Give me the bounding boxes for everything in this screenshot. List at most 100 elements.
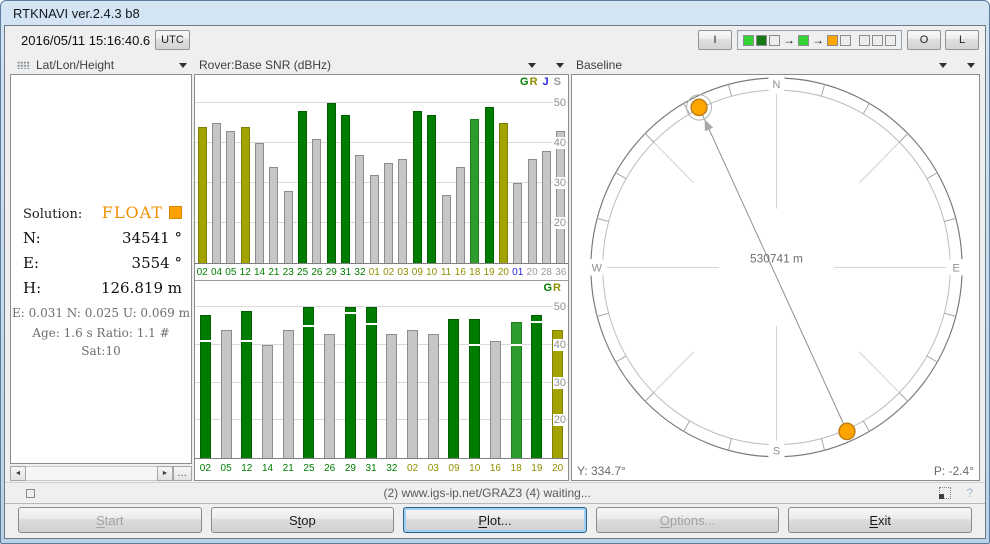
height-value: 126.819 m: [101, 279, 182, 297]
time-display[interactable]: 2016/05/11 15:16:40.6: [21, 33, 150, 48]
log-stream-button[interactable]: L: [945, 30, 979, 50]
yaw-value: Y: 334.7°: [577, 464, 626, 478]
button-row: Start Stop Plot... Options... Exit: [5, 504, 985, 538]
snr-bar-R09: [413, 111, 422, 263]
tray-icon[interactable]: [26, 489, 35, 498]
satellite-labels: 020512142125262931320203091016181920: [195, 460, 568, 476]
stop-button[interactable]: Stop: [211, 507, 395, 533]
baseline-vector-line: [699, 107, 847, 431]
satellite-label-R09: 09: [444, 463, 465, 474]
exit-button[interactable]: Exit: [788, 507, 972, 533]
scrollbar-track[interactable]: [26, 466, 157, 481]
satellite-label-G21: 21: [267, 267, 281, 278]
rover-snr-chart: 2030405002040512142123252629313201020309…: [195, 75, 568, 281]
snr-bar-G23: [284, 191, 293, 263]
age-ratio-text: Age: 1.6 s Ratio: 1.1 # Sat:10: [11, 324, 191, 360]
snr-bar-R11: [442, 195, 451, 263]
satellite-label-R10: 10: [464, 463, 485, 474]
y-axis-tick: 40: [553, 137, 567, 149]
input-stream-button[interactable]: I: [698, 30, 732, 50]
solution-scrollbar: ◄ ► …: [10, 466, 192, 481]
chevron-down-icon[interactable]: [556, 63, 564, 68]
lon-label: E:: [23, 254, 39, 272]
drag-handle-icon[interactable]: [17, 61, 30, 69]
snr-bar-R02: [407, 330, 418, 458]
satellite-label-R18: 18: [506, 463, 527, 474]
baseline-panel-body: N E S W 530741 m Y: 334.7° P: -2.4°: [571, 74, 980, 481]
satellite-label-R20: 20: [547, 463, 568, 474]
snr-bar-G25: [298, 111, 307, 263]
snr-bar-R19: [485, 107, 494, 263]
snr-panel-body: 2030405002040512142123252629313201020309…: [194, 74, 569, 481]
satellite-label-G14: 14: [257, 463, 278, 474]
compass-north-label: N: [773, 79, 781, 91]
monitor-icon[interactable]: [939, 487, 951, 499]
titlebar[interactable]: RTKNAVI ver.2.4.3 b8: [4, 1, 986, 25]
output-stream-button[interactable]: O: [907, 30, 941, 50]
satellite-label-G05: 05: [224, 267, 238, 278]
compass-south-label: S: [773, 446, 780, 458]
satellite-label-S20: 20: [525, 267, 539, 278]
options-button[interactable]: Options...: [596, 507, 780, 533]
baseline-panel-title: Baseline: [576, 58, 622, 72]
satellite-label-R02: 02: [381, 267, 395, 278]
time-system-button[interactable]: UTC: [155, 30, 190, 50]
satellite-label-G21: 21: [278, 463, 299, 474]
satellite-label-G26: 26: [319, 463, 340, 474]
satellite-label-G02: 02: [195, 463, 216, 474]
chevron-down-icon[interactable]: [528, 63, 536, 68]
stream-indicator-green: [798, 35, 809, 46]
satellite-label-G14: 14: [252, 267, 266, 278]
satellite-labels: 0204051214212325262931320102030910111618…: [195, 264, 568, 280]
plot-button[interactable]: Plot...: [403, 507, 587, 533]
start-button[interactable]: Start: [18, 507, 202, 533]
satellite-label-G31: 31: [338, 267, 352, 278]
satellite-label-R10: 10: [425, 267, 439, 278]
legend-J: J: [543, 76, 549, 88]
stream-indicator-darkgreen: [756, 35, 767, 46]
snr-bar-G31: [366, 307, 377, 458]
chevron-down-icon[interactable]: [967, 63, 975, 68]
rover-marker: [839, 423, 855, 439]
scroll-left-icon[interactable]: ◄: [10, 466, 26, 481]
satellite-label-G12: 12: [238, 267, 252, 278]
lon-value: 3554 °: [132, 254, 182, 272]
snr-bar-R18: [470, 119, 479, 263]
satellite-label-R03: 03: [423, 463, 444, 474]
snr-mark: [200, 340, 211, 342]
snr-bar-S36: [556, 131, 565, 263]
legend-G: G: [543, 282, 552, 294]
satellite-label-J01: 01: [511, 267, 525, 278]
snr-bar-G12: [241, 127, 250, 263]
solution-status: FLOAT: [102, 203, 163, 222]
status-message: (2) www.igs-ip.net/GRAZ3 (4) waiting...: [35, 486, 939, 500]
snr-panel-title: Rover:Base SNR (dBHz): [199, 58, 331, 72]
rtknavi-window: RTKNAVI ver.2.4.3 b8 2016/05/11 15:16:40…: [0, 0, 990, 544]
snr-bar-G29: [327, 103, 336, 263]
satellite-label-R16: 16: [453, 267, 467, 278]
snr-bar-G21: [269, 167, 278, 263]
satellite-label-G31: 31: [361, 463, 382, 474]
snr-bar-R10: [469, 319, 480, 458]
more-button[interactable]: …: [173, 466, 192, 481]
about-icon[interactable]: ?: [966, 486, 973, 500]
compass-west-label: W: [592, 262, 603, 274]
satellite-label-R11: 11: [439, 267, 453, 278]
satellite-label-S28: 28: [539, 267, 553, 278]
stream-indicator-green: [743, 35, 754, 46]
satellite-label-R20: 20: [496, 267, 510, 278]
satellite-label-R01: 01: [367, 267, 381, 278]
stream-indicator-off: [872, 35, 883, 46]
chevron-down-icon[interactable]: [939, 63, 947, 68]
snr-bar-G14: [255, 143, 264, 263]
baseline-panel: Baseline N: [571, 56, 980, 481]
client-area: 2016/05/11 15:16:40.6 UTC I →→ O L Lat/L…: [4, 25, 986, 539]
y-axis-tick: 40: [553, 339, 567, 351]
chevron-down-icon[interactable]: [179, 63, 187, 68]
snr-bar-G32: [355, 155, 364, 263]
solution-panel: Lat/Lon/Height Solution: FLOAT N: 34541: [10, 56, 192, 481]
scroll-right-icon[interactable]: ►: [157, 466, 173, 481]
satellite-label-R19: 19: [527, 463, 548, 474]
snr-bar-G14: [262, 345, 273, 458]
stream-indicator-off: [840, 35, 851, 46]
